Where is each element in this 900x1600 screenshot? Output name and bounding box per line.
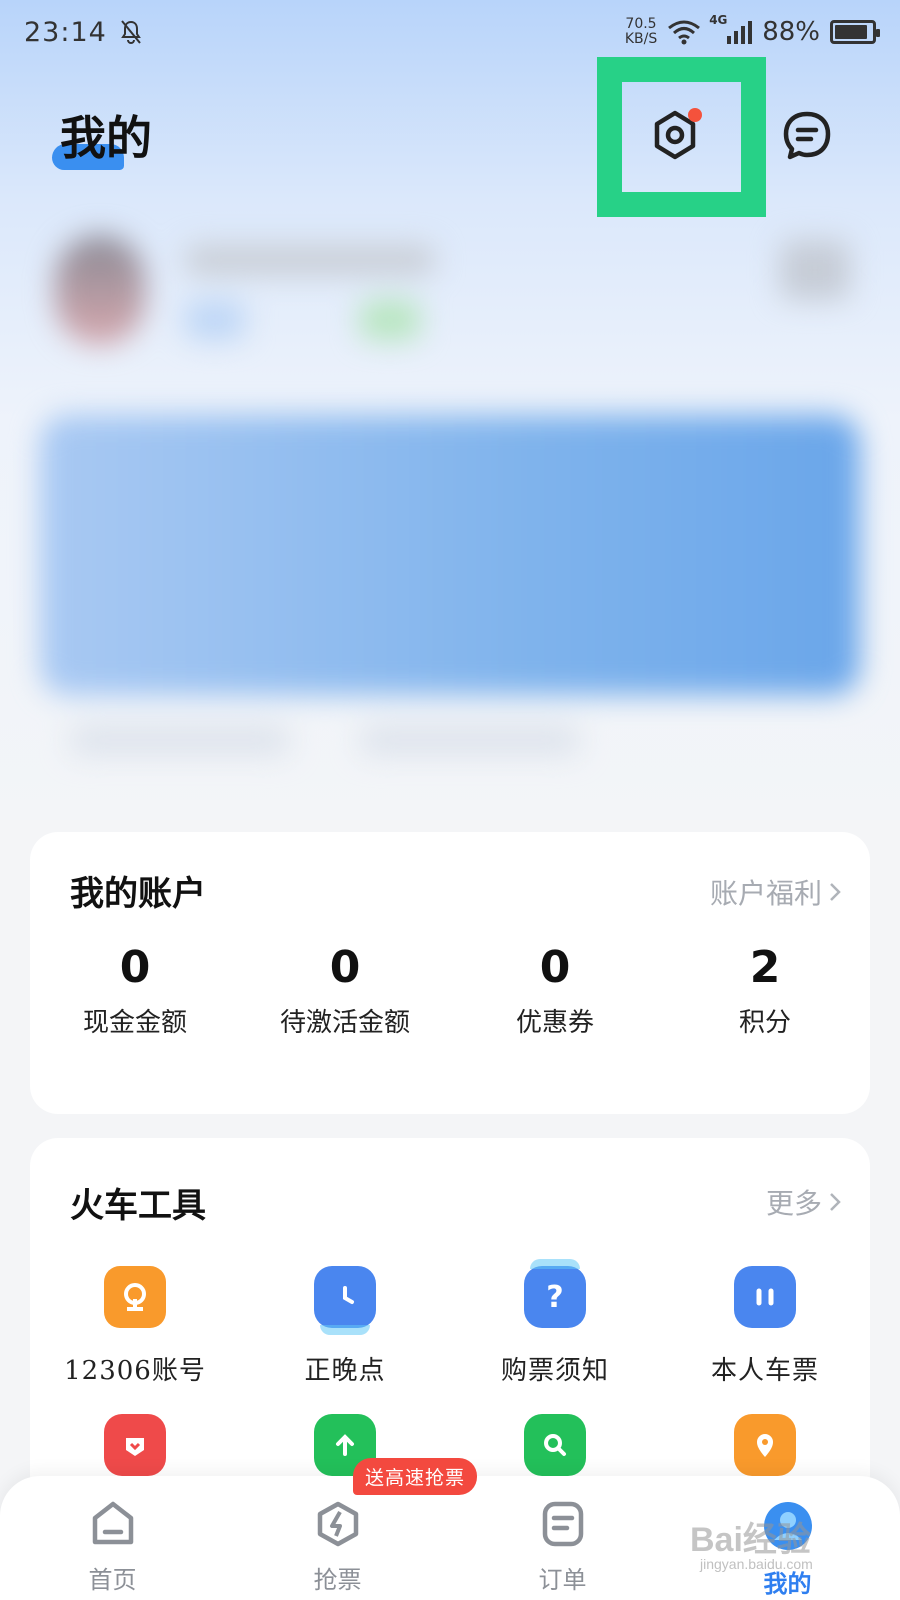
stat-label: 积分 <box>738 1008 791 1038</box>
home-icon <box>92 1501 133 1545</box>
net-speed-value: 70.5 <box>625 16 657 32</box>
tool-purchase-notice[interactable]: ? 购票须知 <box>450 1259 660 1414</box>
stat-label: 现金金额 <box>82 1008 187 1038</box>
watermark-sub: jingyan.baidu.com <box>700 1556 813 1572</box>
nav-label: 订单 <box>538 1566 587 1594</box>
chevron-right-icon <box>830 883 841 901</box>
message-button[interactable] <box>772 100 842 170</box>
message-bubble-icon <box>783 111 831 160</box>
tool-label: 正晚点 <box>304 1356 386 1386</box>
blurred-text <box>360 725 580 755</box>
lightning-icon <box>317 1501 358 1547</box>
stat-value: 0 <box>329 942 361 993</box>
page-title: 我的 <box>60 111 152 165</box>
blurred-text <box>70 725 290 755</box>
question-icon: ? <box>524 1259 586 1328</box>
blurred-member-card <box>40 415 860 695</box>
status-bar: 23:14 70.5 KB/S 4G 88% <box>0 0 900 64</box>
tool-label: 购票须知 <box>500 1356 609 1386</box>
net-speed: 70.5 KB/S <box>625 17 657 47</box>
blurred-button <box>780 240 850 300</box>
battery-fill <box>835 25 867 39</box>
nav-label: 首页 <box>88 1566 137 1594</box>
nav-orders[interactable]: 订单 <box>450 1476 675 1600</box>
stat-cash[interactable]: 0 现金金额 <box>30 942 240 1039</box>
nav-label: 抢票 <box>313 1566 362 1594</box>
clock-icon <box>314 1266 376 1335</box>
nav-grab-tickets[interactable]: 送高速抢票 抢票 <box>225 1458 478 1600</box>
account-card: 我的账户 账户福利 0 现金金额 0 待激活金额 0 优惠券 2 积分 <box>30 832 870 1114</box>
settings-button[interactable] <box>640 100 710 170</box>
railway-logo-icon <box>104 1266 166 1328</box>
account-title: 我的账户 <box>70 874 206 914</box>
blurred-username <box>185 245 435 275</box>
cell-signal-icon: 4G <box>709 13 753 44</box>
stat-label: 优惠券 <box>515 1008 594 1038</box>
blurred-badge <box>185 300 245 340</box>
nav-home[interactable]: 首页 <box>0 1476 225 1600</box>
tools-more-label: 更多 <box>765 1187 822 1220</box>
blurred-profile-area <box>0 215 900 795</box>
blurred-badge <box>360 300 420 340</box>
stat-value: 0 <box>119 942 151 993</box>
account-benefits-label: 账户福利 <box>709 877 822 910</box>
stat-value: 0 <box>539 942 571 993</box>
avatar <box>55 235 145 345</box>
tool-12306-account[interactable]: 12306账号 <box>30 1266 240 1414</box>
stat-points[interactable]: 2 积分 <box>660 942 870 1039</box>
watermark: Bai经验 <box>690 1521 811 1559</box>
network-type: 4G <box>709 12 728 27</box>
search-ticket-icon <box>524 1414 586 1476</box>
ticket-bag-icon <box>734 1266 796 1328</box>
status-time: 23:14 <box>24 16 107 48</box>
battery-percent: 88% <box>762 17 820 47</box>
stat-value: 2 <box>749 942 781 993</box>
stat-label: 待激活金额 <box>279 1008 410 1038</box>
account-benefits-link[interactable]: 账户福利 <box>710 872 842 912</box>
chevron-right-icon <box>830 1193 841 1211</box>
stat-coupons[interactable]: 0 优惠券 <box>450 942 660 1039</box>
account-stats: 0 现金金额 0 待激活金额 0 优惠券 2 积分 <box>30 942 870 1039</box>
tools-more-link[interactable]: 更多 <box>766 1182 842 1222</box>
settings-notification-dot <box>688 108 702 122</box>
tool-label: 本人车票 <box>710 1356 819 1386</box>
tool-own-tickets[interactable]: 本人车票 <box>660 1266 870 1414</box>
net-speed-unit: KB/S <box>624 31 658 47</box>
tools-title: 火车工具 <box>70 1186 206 1226</box>
tool-label: 12306账号 <box>64 1356 206 1386</box>
order-list-icon <box>542 1501 583 1547</box>
red-ticket-icon <box>104 1414 166 1476</box>
bell-muted-icon <box>120 20 141 44</box>
page-title-wrap: 我的 <box>52 100 192 180</box>
location-pin-icon <box>734 1414 796 1476</box>
tool-delay-status[interactable]: 正晚点 <box>240 1266 450 1414</box>
stat-pending[interactable]: 0 待激活金额 <box>240 942 450 1039</box>
wifi-icon <box>668 20 701 45</box>
battery-icon <box>830 20 880 44</box>
